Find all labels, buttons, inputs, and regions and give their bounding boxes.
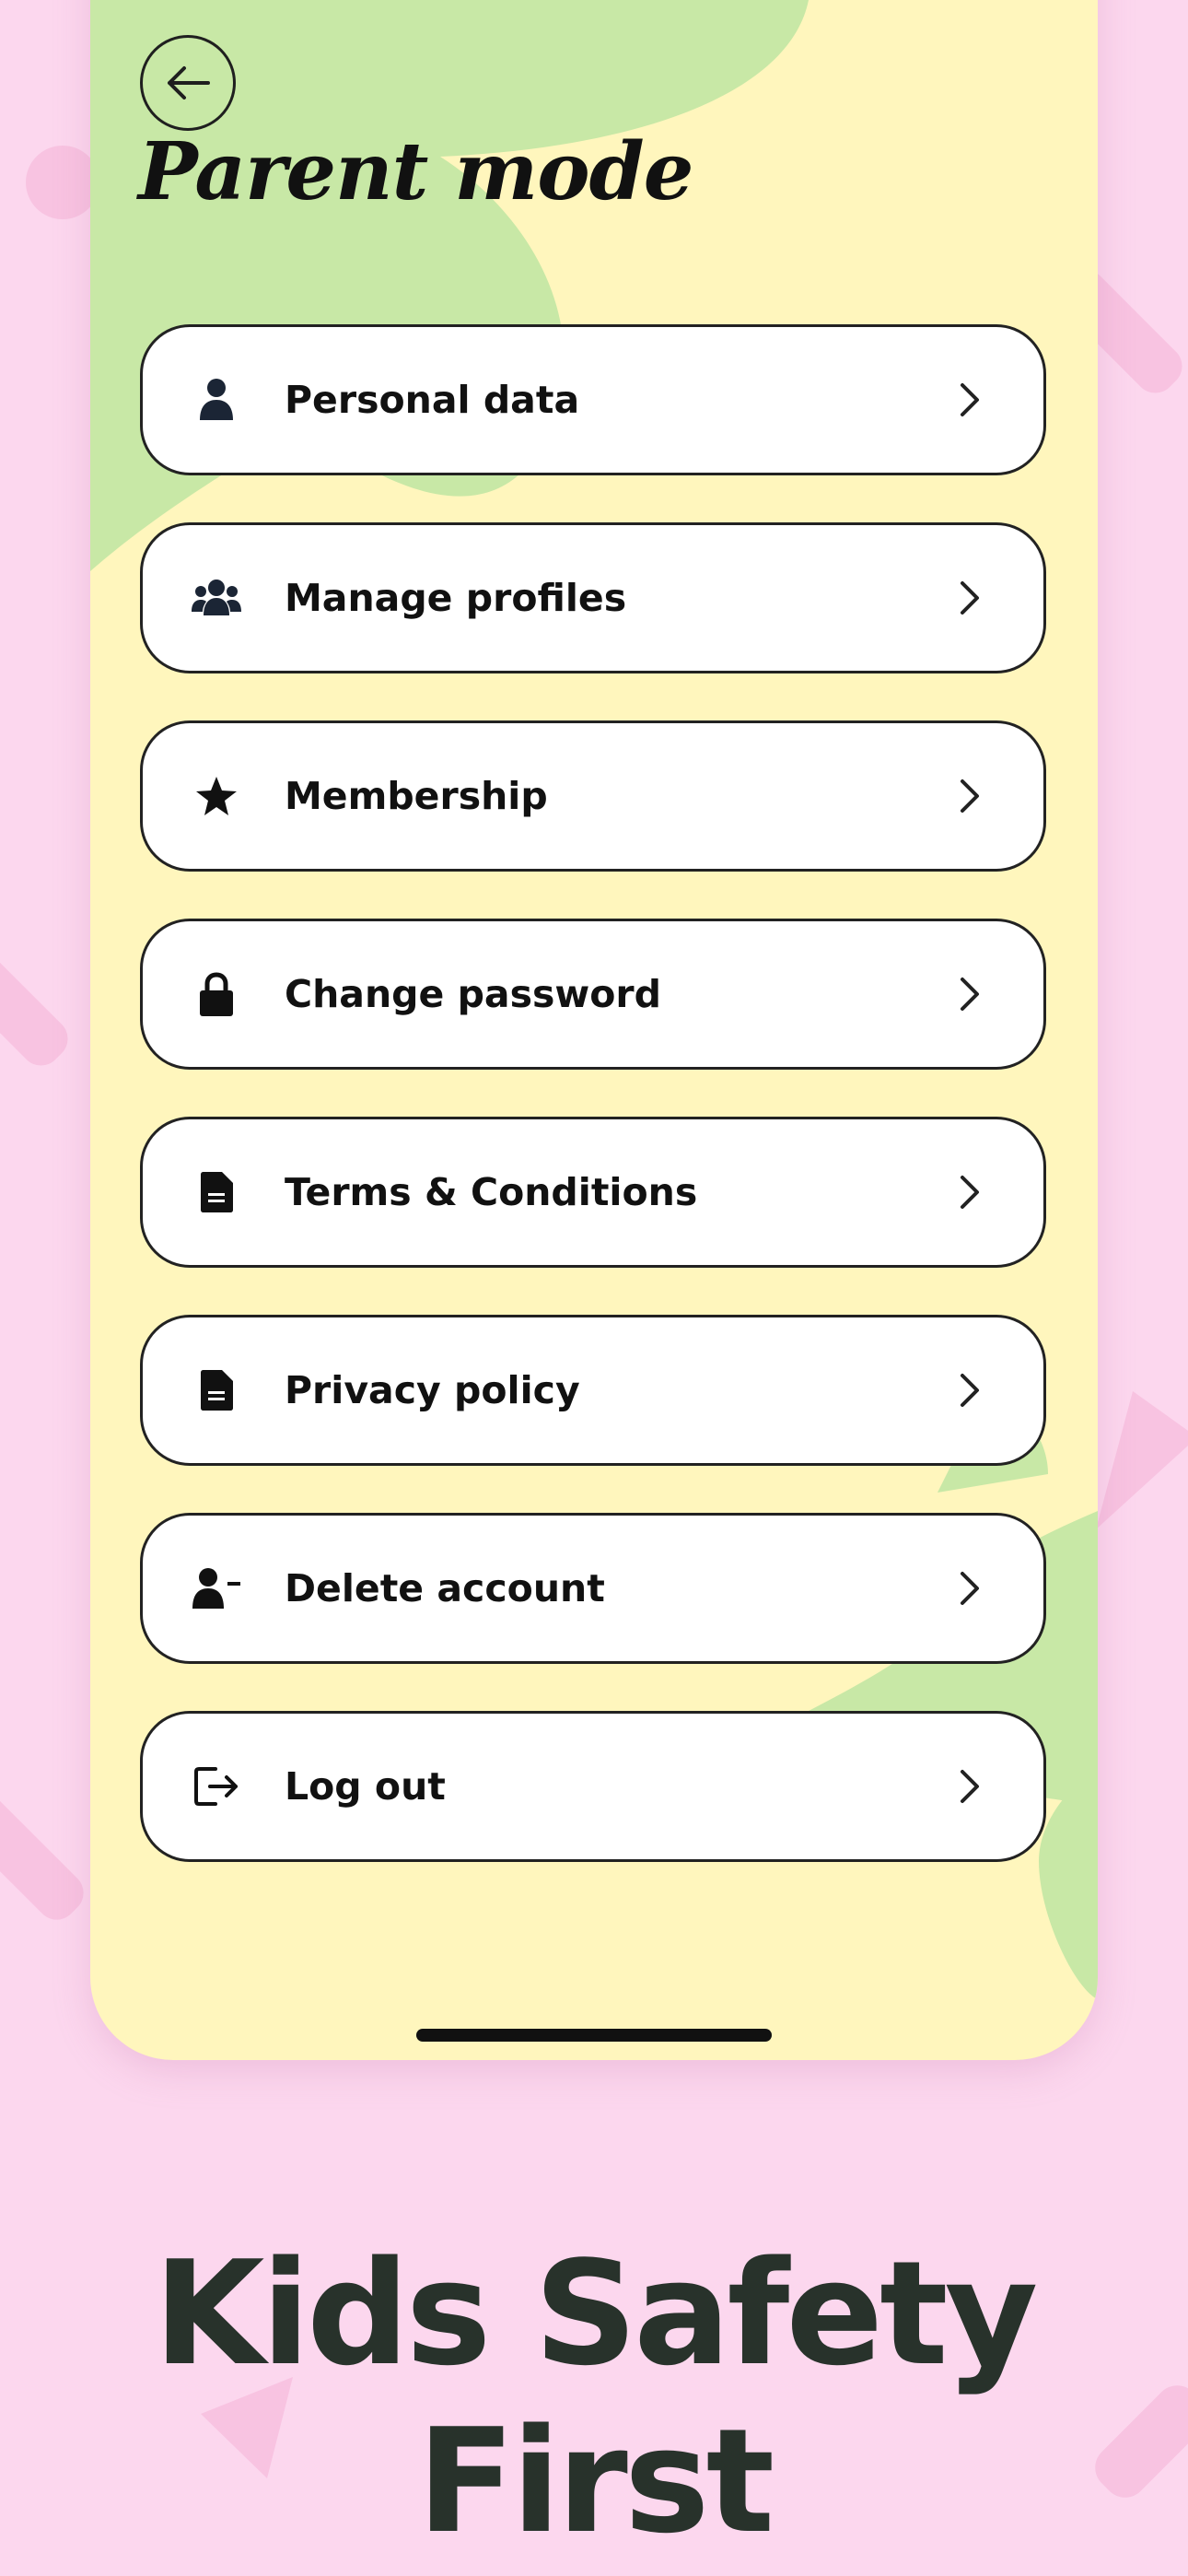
lock-icon — [191, 968, 242, 1020]
menu-item-privacy-policy[interactable]: Privacy policy — [140, 1315, 1046, 1466]
document-icon — [191, 1166, 242, 1218]
back-button[interactable] — [140, 35, 236, 131]
chevron-right-icon — [961, 978, 979, 1011]
menu-item-label: Membership — [285, 774, 548, 818]
settings-menu: Personal data Manage profiles Membership… — [140, 324, 1046, 1909]
menu-item-log-out[interactable]: Log out — [140, 1711, 1046, 1862]
page-title: Parent mode — [138, 125, 694, 218]
chevron-right-icon — [961, 1770, 979, 1803]
group-icon — [191, 572, 242, 624]
chevron-right-icon — [961, 779, 979, 813]
marketing-tagline: Kids Safety First — [153, 2230, 1039, 2565]
arrow-left-icon — [168, 66, 210, 100]
menu-item-label: Delete account — [285, 1566, 605, 1610]
document-icon — [191, 1364, 242, 1416]
menu-item-personal-data[interactable]: Personal data — [140, 324, 1046, 475]
logout-icon — [191, 1761, 242, 1812]
home-indicator — [416, 2029, 772, 2042]
chevron-right-icon — [961, 1374, 979, 1407]
menu-item-label: Personal data — [285, 378, 580, 422]
menu-item-label: Terms & Conditions — [285, 1170, 698, 1214]
chevron-right-icon — [961, 581, 979, 615]
star-icon — [191, 770, 242, 822]
person-remove-icon — [191, 1563, 242, 1614]
chevron-right-icon — [961, 383, 979, 416]
menu-item-label: Change password — [285, 972, 661, 1016]
person-icon — [191, 374, 242, 426]
phone-screen: Parent mode Personal data Manage profile… — [90, 0, 1098, 2060]
chevron-right-icon — [961, 1176, 979, 1209]
chevron-right-icon — [961, 1572, 979, 1605]
menu-item-membership[interactable]: Membership — [140, 720, 1046, 872]
menu-item-manage-profiles[interactable]: Manage profiles — [140, 522, 1046, 673]
menu-item-label: Log out — [285, 1764, 446, 1809]
menu-item-label: Manage profiles — [285, 576, 627, 620]
menu-item-terms-conditions[interactable]: Terms & Conditions — [140, 1117, 1046, 1268]
menu-item-change-password[interactable]: Change password — [140, 919, 1046, 1070]
menu-item-label: Privacy policy — [285, 1368, 580, 1412]
menu-item-delete-account[interactable]: Delete account — [140, 1513, 1046, 1664]
